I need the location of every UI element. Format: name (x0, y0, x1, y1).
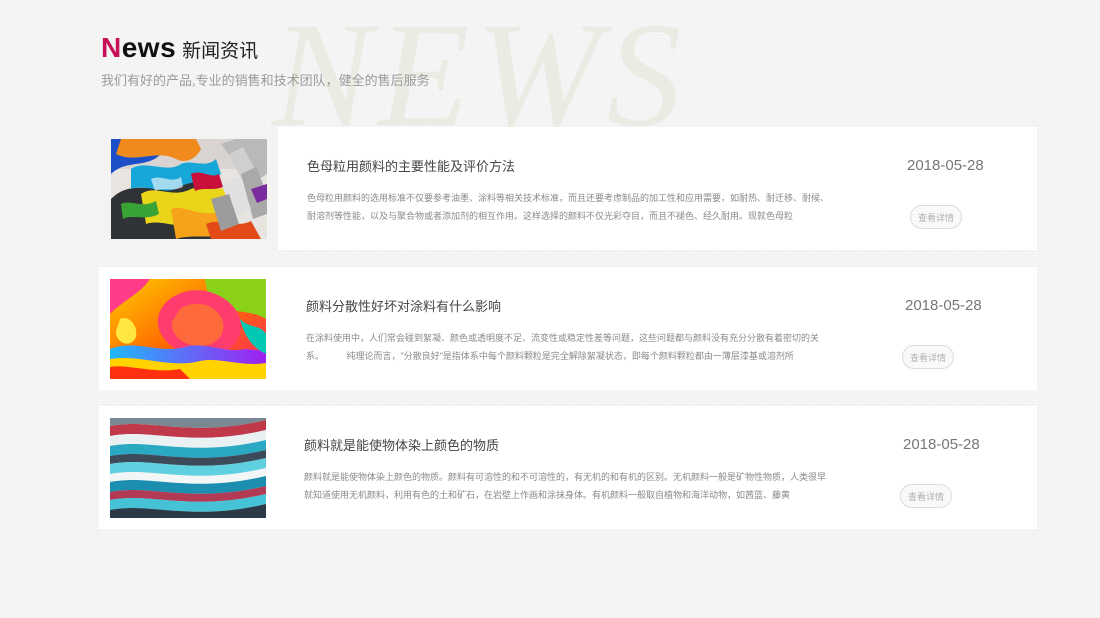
section-title-en: News (101, 32, 176, 64)
news-title[interactable]: 色母粒用颜料的主要性能及评价方法 (307, 156, 515, 175)
news-description: 颜料就是能使物体染上颜色的物质。颜料有可溶性的和不可溶性的，有无机的和有机的区别… (304, 472, 827, 500)
news-description: 色母粒用颜料的选用标准不仅要参考油墨、涂料等相关技术标准，而且还要考虑制品的加工… (307, 193, 830, 221)
news-date: 2018-05-28 (907, 157, 984, 174)
news-description: 在涂料使用中，人们常会碰到絮凝、颜色或透明度不足、流变性或稳定性差等问题，这些问… (306, 333, 820, 361)
view-details-button[interactable]: 查看详情 (900, 484, 952, 508)
news-title[interactable]: 颜料就是能使物体染上颜色的物质 (304, 435, 499, 454)
news-thumbnail-frame (100, 127, 278, 250)
news-card[interactable]: 颜料就是能使物体染上颜色的物质 颜料就是能使物体染上颜色的物质。颜料有可溶性的和… (99, 406, 1037, 529)
news-card[interactable]: 色母粒用颜料的主要性能及评价方法 色母粒用颜料的选用标准不仅要参考油墨、涂料等相… (100, 127, 1037, 250)
section-header: News 新闻资讯 我们有好的产品,专业的销售和技术团队，健全的售后服务 (101, 32, 430, 89)
section-subtitle: 我们有好的产品,专业的销售和技术团队，健全的售后服务 (101, 73, 430, 88)
news-date: 2018-05-28 (903, 436, 980, 453)
view-details-button[interactable]: 查看详情 (910, 205, 962, 229)
section-title-en-first-letter: N (101, 32, 122, 63)
news-title[interactable]: 颜料分散性好坏对涂料有什么影响 (306, 296, 501, 315)
view-details-button[interactable]: 查看详情 (902, 345, 954, 369)
section-title-cn: 新闻资讯 (182, 41, 259, 62)
news-thumbnail-frame (99, 267, 277, 390)
section-title: News 新闻资讯 (101, 32, 430, 68)
marbled-paint-image[interactable] (110, 418, 266, 518)
paint-tubes-image[interactable] (111, 139, 267, 239)
news-thumbnail-frame (99, 406, 277, 529)
colorful-paint-splash-image[interactable] (110, 279, 266, 379)
news-date: 2018-05-28 (905, 297, 982, 314)
news-card[interactable]: 颜料分散性好坏对涂料有什么影响 在涂料使用中，人们常会碰到絮凝、颜色或透明度不足… (99, 267, 1037, 390)
section-title-en-rest: ews (121, 32, 177, 63)
